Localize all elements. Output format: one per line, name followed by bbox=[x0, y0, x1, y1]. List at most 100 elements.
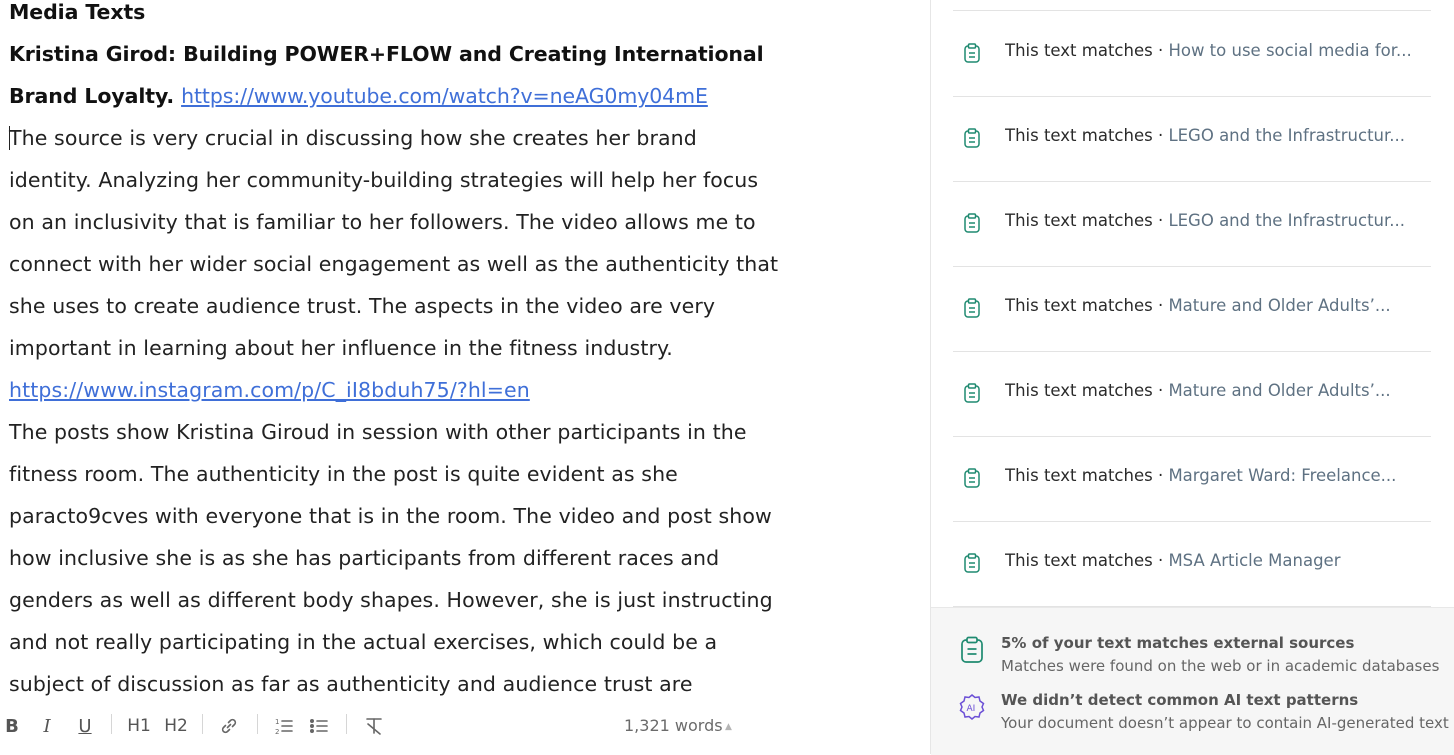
clipboard-icon bbox=[964, 43, 980, 63]
match-text: This text matches · Margaret Ward: Freel… bbox=[1005, 466, 1431, 485]
match-prefix: This text matches · bbox=[1005, 296, 1169, 315]
numbered-list-icon: 1 2 bbox=[275, 718, 293, 736]
word-count[interactable]: 1,321 words bbox=[624, 716, 723, 735]
clipboard-icon bbox=[964, 383, 980, 403]
document-line[interactable]: paracto9cves with everyone that is in th… bbox=[9, 495, 809, 537]
clipboard-icon bbox=[964, 298, 980, 318]
document-body[interactable]: Media Texts Kristina Girod: Building POWE… bbox=[9, 0, 809, 696]
line-text: The posts show Kristina Giroud in sessio… bbox=[9, 420, 747, 444]
bullet-list-icon bbox=[309, 718, 328, 734]
document-line[interactable]: Kristina Girod: Building POWER+FLOW and … bbox=[9, 33, 809, 75]
document-line[interactable]: connect with her wider social engagement… bbox=[9, 243, 809, 285]
numbered-list-button[interactable]: 1 2 bbox=[273, 714, 295, 738]
document-line[interactable]: https://www.instagram.com/p/C_iI8bduh75/… bbox=[9, 369, 809, 411]
clipboard-icon bbox=[964, 213, 980, 233]
line-text: paracto9cves with everyone that is in th… bbox=[9, 504, 772, 528]
heading1-button[interactable]: H1 bbox=[127, 714, 151, 738]
document-line[interactable]: important in learning about her influenc… bbox=[9, 327, 809, 369]
bullet-list-button[interactable] bbox=[308, 714, 330, 738]
italic-button[interactable]: I bbox=[38, 714, 56, 738]
match-item[interactable]: This text matches · Mature and Older Adu… bbox=[953, 351, 1431, 437]
clipboard-icon bbox=[964, 128, 980, 148]
document-line[interactable]: The source is very crucial in discussing… bbox=[9, 117, 809, 159]
match-item[interactable]: This text matches · Mature and Older Adu… bbox=[953, 266, 1431, 352]
match-prefix: This text matches · bbox=[1005, 211, 1169, 230]
match-source: Mature and Older Adults’... bbox=[1168, 296, 1391, 315]
line-text: fitness room. The authenticity in the po… bbox=[9, 462, 678, 486]
match-item[interactable]: This text matches · Margaret Ward: Freel… bbox=[953, 436, 1431, 522]
document-editor[interactable]: Media Texts Kristina Girod: Building POWE… bbox=[0, 0, 930, 696]
line-text: genders as well as different body shapes… bbox=[9, 588, 773, 612]
line-text: Media Texts bbox=[9, 0, 146, 24]
line-text: how inclusive she is as she has particip… bbox=[9, 546, 720, 570]
document-line[interactable]: fitness room. The authenticity in the po… bbox=[9, 453, 809, 495]
italic-icon: I bbox=[43, 715, 51, 737]
document-line[interactable]: The posts show Kristina Giroud in sessio… bbox=[9, 411, 809, 453]
line-text: The source is very crucial in discussing… bbox=[9, 126, 697, 150]
clipboard-icon bbox=[961, 636, 983, 663]
line-text: subject of discussion as far as authenti… bbox=[9, 672, 693, 696]
line-text: identity. Analyzing her community-buildi… bbox=[9, 168, 759, 192]
underline-icon: U bbox=[78, 715, 92, 737]
line-text: Kristina Girod: Building POWER+FLOW and … bbox=[9, 42, 764, 66]
match-item[interactable]: This text matches · MSA Article Manager bbox=[953, 521, 1431, 607]
instagram-link[interactable]: https://www.instagram.com/p/C_iI8bduh75/… bbox=[9, 378, 530, 402]
match-prefix: This text matches · bbox=[1005, 466, 1169, 485]
document-line[interactable]: and not really participating in the actu… bbox=[9, 621, 809, 663]
svg-text:AI: AI bbox=[967, 704, 976, 714]
document-line[interactable]: on an inclusivity that is familiar to he… bbox=[9, 201, 809, 243]
link-button[interactable] bbox=[218, 714, 240, 738]
document-line[interactable]: genders as well as different body shapes… bbox=[9, 579, 809, 621]
match-item[interactable]: This text matches · LEGO and the Infrast… bbox=[953, 96, 1431, 182]
match-item[interactable]: This text matches · LEGO and the Infrast… bbox=[953, 181, 1431, 267]
document-line[interactable]: she uses to create audience trust. The a… bbox=[9, 285, 809, 327]
caret-up-icon[interactable]: ▲ bbox=[725, 722, 732, 732]
match-prefix: This text matches · bbox=[1005, 41, 1169, 60]
match-source: LEGO and the Infrastructur... bbox=[1168, 126, 1406, 145]
document-line[interactable]: subject of discussion as far as authenti… bbox=[9, 663, 809, 696]
clipboard-icon bbox=[964, 468, 980, 488]
youtube-link[interactable]: https://www.youtube.com/watch?v=neAG0my0… bbox=[181, 84, 708, 108]
svg-text:1: 1 bbox=[275, 718, 279, 726]
match-text: This text matches · LEGO and the Infrast… bbox=[1005, 126, 1431, 145]
clear-formatting-icon bbox=[366, 718, 382, 735]
match-source: LEGO and the Infrastructur... bbox=[1168, 211, 1406, 230]
document-line[interactable]: Media Texts bbox=[9, 0, 809, 33]
detection-summary: 5% of your text matches external sources… bbox=[931, 607, 1454, 755]
line-text: she uses to create audience trust. The a… bbox=[9, 294, 716, 318]
underline-button[interactable]: U bbox=[75, 714, 95, 738]
clipboard-icon bbox=[964, 553, 980, 573]
heading2-icon: H2 bbox=[164, 716, 188, 736]
link-icon bbox=[221, 718, 237, 734]
match-item[interactable]: This text matches · How to use social me… bbox=[953, 11, 1431, 97]
toolbar-divider bbox=[346, 714, 347, 734]
document-line[interactable]: Brand Loyalty. https://www.youtube.com/w… bbox=[9, 75, 809, 117]
match-prefix: This text matches · bbox=[1005, 551, 1169, 570]
line-text: Brand Loyalty. bbox=[9, 84, 175, 108]
match-prefix: This text matches · bbox=[1005, 381, 1169, 400]
svg-text:2: 2 bbox=[275, 728, 279, 736]
plagiarism-subtitle: Matches were found on the web or in acad… bbox=[1001, 657, 1440, 675]
document-line[interactable]: how inclusive she is as she has particip… bbox=[9, 537, 809, 579]
formatting-toolbar: B I U H1 H2 1 2 1,321 words ▲ bbox=[0, 696, 930, 754]
match-source: Margaret Ward: Freelance... bbox=[1168, 466, 1397, 485]
line-text: on an inclusivity that is familiar to he… bbox=[9, 210, 756, 234]
match-text: This text matches · Mature and Older Adu… bbox=[1005, 296, 1431, 315]
match-text: This text matches · Mature and Older Adu… bbox=[1005, 381, 1431, 400]
bold-button[interactable]: B bbox=[3, 714, 21, 738]
toolbar-divider bbox=[111, 714, 112, 734]
line-text: connect with her wider social engagement… bbox=[9, 252, 779, 276]
document-line[interactable]: identity. Analyzing her community-buildi… bbox=[9, 159, 809, 201]
match-source: Mature and Older Adults’... bbox=[1168, 381, 1391, 400]
heading1-icon: H1 bbox=[127, 716, 151, 736]
clear-formatting-button[interactable] bbox=[363, 714, 385, 738]
line-text: and not really participating in the actu… bbox=[9, 630, 718, 654]
toolbar-divider bbox=[202, 714, 203, 734]
plagiarism-title: 5% of your text matches external sources bbox=[1001, 634, 1355, 652]
plagiarism-panel: This text matches · How to use social me… bbox=[930, 0, 1454, 755]
match-prefix: This text matches · bbox=[1005, 126, 1169, 145]
toolbar-divider bbox=[257, 714, 258, 734]
ai-badge-icon: AI bbox=[959, 694, 985, 720]
bold-icon: B bbox=[5, 715, 19, 737]
heading2-button[interactable]: H2 bbox=[163, 714, 189, 738]
